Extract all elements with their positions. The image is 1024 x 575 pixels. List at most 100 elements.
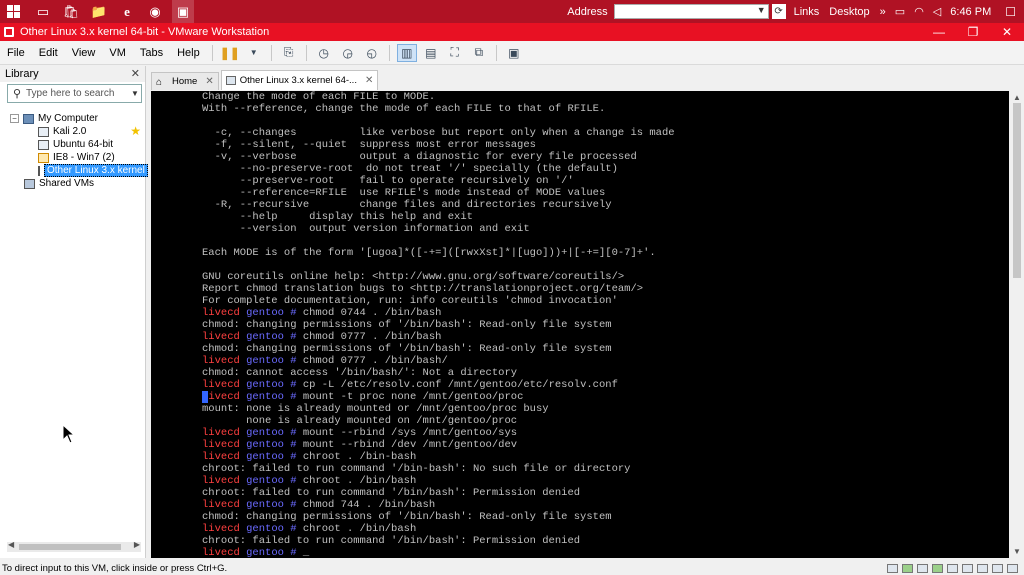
scrollbar-thumb[interactable] xyxy=(19,544,121,550)
prompt-command: _ xyxy=(296,547,310,558)
terminal-line: chmod: changing permissions of '/bin/bas… xyxy=(202,343,612,355)
status-bar: To direct input to this VM, click inside… xyxy=(0,561,1024,575)
close-icon[interactable]: ✕ xyxy=(131,67,140,80)
tab-home[interactable]: ⌂ Home ✕ xyxy=(151,72,219,90)
close-tab-icon[interactable]: ✕ xyxy=(365,75,373,86)
pause-icon[interactable]: ❚❚ xyxy=(220,44,240,62)
store-icon[interactable]: 🛍 xyxy=(60,0,82,23)
windows-start-icon[interactable] xyxy=(0,0,26,23)
terminal-line: --preserve-root fail to operate recursiv… xyxy=(202,175,574,187)
menu-view[interactable]: View xyxy=(65,47,103,59)
thumbnail-bar-icon[interactable]: ▤ xyxy=(421,44,441,62)
terminal-prompt-line: livecd gentoo # chmod 0777 . /bin/bash xyxy=(202,331,675,343)
close-tab-icon[interactable]: ✕ xyxy=(205,76,213,87)
desktop-toolbar[interactable]: Desktop xyxy=(829,6,869,18)
tree-item-vm[interactable]: IE8 - Win7 (2) xyxy=(10,151,143,164)
tab-label: Home xyxy=(172,76,198,87)
terminal-line: chmod: changing permissions of '/bin/bas… xyxy=(202,319,612,331)
edge-browser-icon[interactable]: e xyxy=(116,0,138,23)
address-input[interactable]: ▼ xyxy=(613,4,769,19)
links-toolbar[interactable]: Links xyxy=(794,6,820,18)
terminal-prompt-line: livecd gentoo # _ xyxy=(202,547,675,558)
chevron-down-icon[interactable]: ▼ xyxy=(1013,547,1021,556)
power-dropdown-icon[interactable]: ▼ xyxy=(244,44,264,62)
close-button[interactable]: ✕ xyxy=(990,25,1024,39)
terminal-prompt-line: livecd gentoo # chmod 0744 . /bin/bash xyxy=(202,307,675,319)
chevron-down-icon[interactable]: ▼ xyxy=(131,89,141,98)
menu-tabs[interactable]: Tabs xyxy=(133,47,170,59)
floppy-icon[interactable] xyxy=(917,563,928,573)
send-ctrl-alt-del-icon[interactable]: ⎘ xyxy=(279,44,299,62)
tree-item-vm-selected[interactable]: Other Linux 3.x kernel xyxy=(10,164,148,177)
message-log-icon[interactable] xyxy=(1007,563,1018,573)
show-library-icon[interactable]: ▥ xyxy=(396,43,417,62)
terminal-line: chmod: cannot access '/bin/bash/': Not a… xyxy=(202,367,518,379)
network-adapter-icon[interactable] xyxy=(932,563,943,573)
snapshot-manager-icon[interactable]: ◵ xyxy=(362,44,382,62)
prompt-host: livecd xyxy=(202,379,240,391)
tree-item-my-computer[interactable]: − My Computer xyxy=(10,112,143,125)
prompt-host: livecd xyxy=(202,523,240,535)
menu-help[interactable]: Help xyxy=(170,47,207,59)
scrollbar-thumb[interactable] xyxy=(1013,103,1021,278)
library-header: Library ✕ xyxy=(0,66,145,82)
task-view-icon[interactable]: ▭ xyxy=(32,0,54,23)
terminal-line: chmod: changing permissions of '/bin/bas… xyxy=(202,511,612,523)
usb-icon[interactable] xyxy=(947,563,958,573)
vm-console[interactable]: Change the mode of each FILE to MODE. Wit… xyxy=(151,91,1009,558)
tab-label: Other Linux 3.x kernel 64-... xyxy=(239,75,357,86)
tab-vm[interactable]: Other Linux 3.x kernel 64-... ✕ xyxy=(220,70,379,90)
minimize-button[interactable]: — xyxy=(922,25,956,39)
library-horizontal-scrollbar[interactable]: ◀ ▶ xyxy=(7,540,141,552)
search-icon: ⚲ xyxy=(12,88,22,100)
notifications-icon[interactable]: ☐ xyxy=(1005,5,1016,19)
computer-icon xyxy=(23,113,34,124)
prompt-dir: gentoo # xyxy=(239,475,297,487)
mouse-pointer-icon xyxy=(62,424,76,444)
revert-snapshot-icon[interactable]: ◶ xyxy=(338,44,358,62)
toolbar-separator xyxy=(270,44,272,61)
console-vertical-scrollbar[interactable]: ▲ ▼ xyxy=(1010,91,1024,558)
battery-icon[interactable]: ▭ xyxy=(895,5,905,18)
maximize-button[interactable]: ❐ xyxy=(956,25,990,39)
prompt-command: chmod 0777 . /bin/bash/ xyxy=(296,355,448,367)
terminal-line: With --reference, change the mode of eac… xyxy=(202,103,606,115)
vmware-taskbar-icon[interactable]: ▣ xyxy=(172,0,194,23)
file-explorer-icon[interactable]: 📁 xyxy=(88,0,110,23)
library-panel: Library ✕ ⚲ Type here to search ▼ − My C… xyxy=(0,66,148,558)
star-icon: ★ xyxy=(130,124,141,138)
menu-file[interactable]: File xyxy=(0,47,32,59)
printer-icon[interactable] xyxy=(977,563,988,573)
display-icon[interactable] xyxy=(992,563,1003,573)
collapse-icon[interactable]: − xyxy=(10,114,19,123)
prompt-dir: gentoo # xyxy=(239,499,297,511)
terminal-line: mount: none is already mounted or /mnt/g… xyxy=(202,403,549,415)
tree-item-vm[interactable]: Ubuntu 64-bit xyxy=(10,138,143,151)
full-screen-icon[interactable]: ⛶ xyxy=(445,44,465,62)
firefox-icon[interactable]: ◉ xyxy=(144,0,166,23)
library-search-input[interactable]: ⚲ Type here to search ▼ xyxy=(7,84,142,103)
hard-disk-icon[interactable] xyxy=(887,563,898,573)
wifi-icon[interactable]: ◠ xyxy=(914,5,924,18)
chevron-right-icon[interactable]: ▶ xyxy=(134,540,140,549)
tree-item-vm[interactable]: Kali 2.0 ★ xyxy=(10,124,143,138)
console-view-icon[interactable]: ▣ xyxy=(504,44,524,62)
unity-icon[interactable]: ⧉ xyxy=(469,44,489,62)
clock[interactable]: 6:46 PM xyxy=(950,6,991,18)
menu-vm[interactable]: VM xyxy=(102,47,133,59)
chevron-left-icon[interactable]: ◀ xyxy=(8,540,14,549)
refresh-icon[interactable]: ⟳ xyxy=(771,4,786,19)
volume-icon[interactable]: ◁ xyxy=(933,5,941,18)
cd-dvd-icon[interactable] xyxy=(902,563,913,573)
menu-edit[interactable]: Edit xyxy=(32,47,65,59)
prompt-host: livecd xyxy=(202,331,240,343)
snapshot-icon[interactable]: ◷ xyxy=(314,44,334,62)
terminal-prompt-line: livecd gentoo # chroot . /bin/bash xyxy=(202,523,675,535)
toolbar-overflow-icon[interactable]: » xyxy=(880,6,886,18)
sound-icon[interactable] xyxy=(962,563,973,573)
terminal-line: --reference=RFILE use RFILE's mode inste… xyxy=(202,187,606,199)
chevron-up-icon[interactable]: ▲ xyxy=(1013,93,1021,102)
chevron-down-icon[interactable]: ▼ xyxy=(757,5,766,15)
tree-item-shared-vms[interactable]: Shared VMs xyxy=(10,177,143,190)
